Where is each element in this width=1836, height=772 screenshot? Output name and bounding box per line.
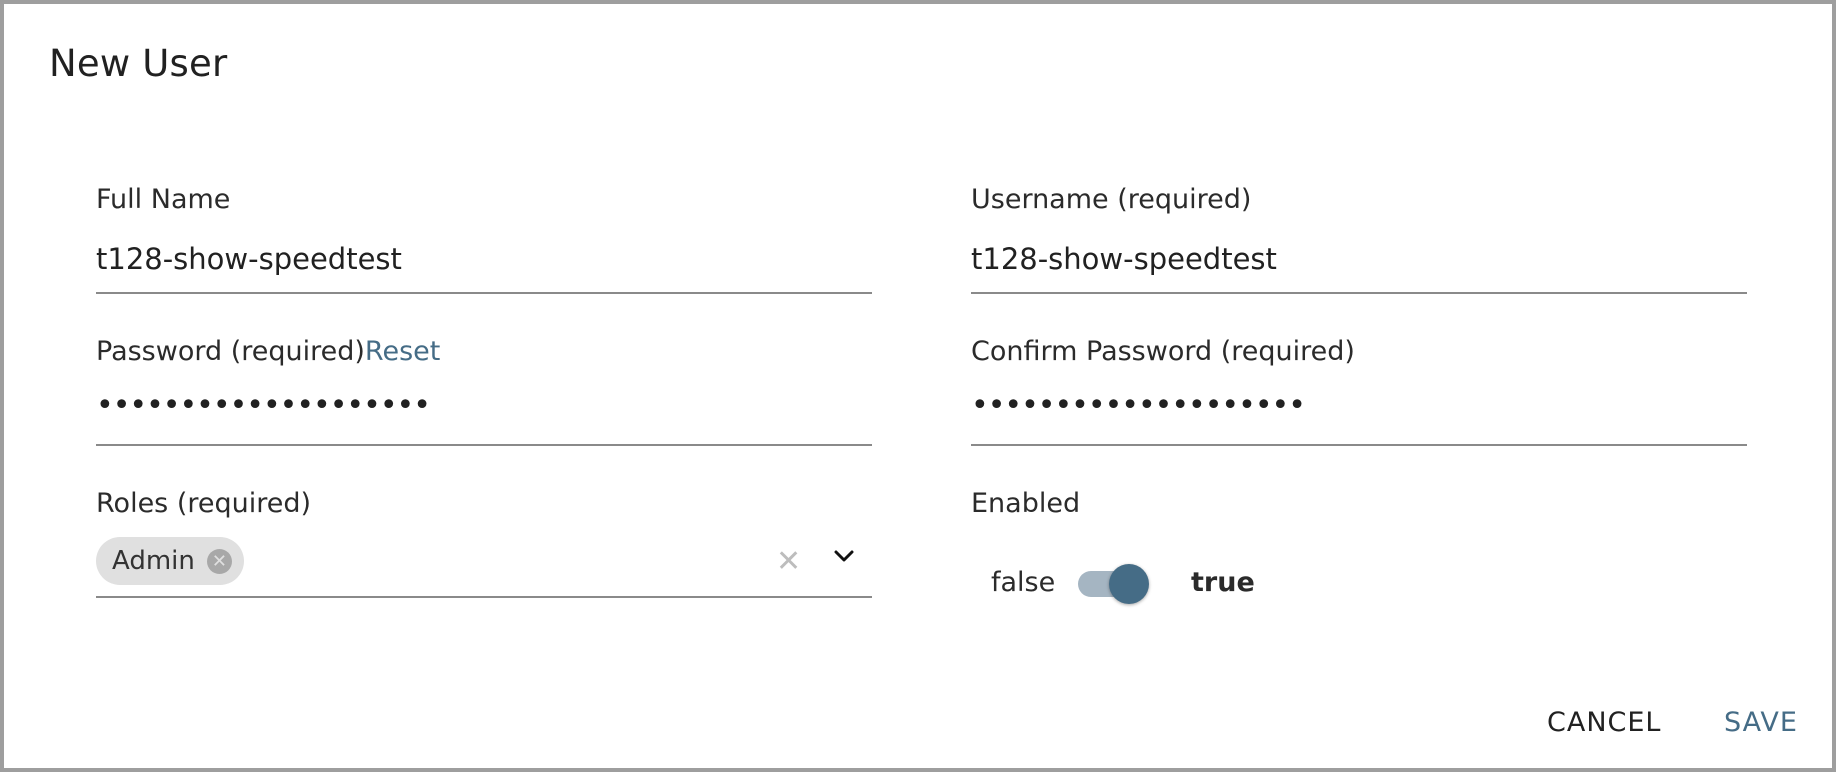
chevron-down-icon[interactable] xyxy=(834,548,854,567)
close-circle-icon[interactable]: ✕ xyxy=(206,548,232,574)
full-name-label: Full Name xyxy=(96,184,231,215)
confirm-password-underline xyxy=(971,444,1747,446)
username-input[interactable]: t128-show-speedtest xyxy=(971,242,1277,276)
roles-label: Roles (required) xyxy=(96,488,312,519)
password-field[interactable]: Password (required)Reset •••••••••••••••… xyxy=(96,336,872,446)
confirm-password-label: Confirm Password (required) xyxy=(971,336,1355,367)
enabled-field: Enabled xyxy=(971,488,1747,528)
full-name-input[interactable]: t128-show-speedtest xyxy=(96,242,402,276)
toggle-true-label: true xyxy=(1191,567,1255,598)
roles-underline xyxy=(96,596,872,598)
enabled-toggle[interactable] xyxy=(1078,564,1149,604)
password-label: Password (required) xyxy=(96,336,365,367)
roles-field[interactable]: Roles (required) Admin ✕ ✕ xyxy=(96,488,872,598)
full-name-underline xyxy=(96,292,872,294)
password-input[interactable]: •••••••••••••••••••• xyxy=(96,388,431,423)
close-icon[interactable]: ✕ xyxy=(776,544,801,579)
password-underline xyxy=(96,444,872,446)
confirm-password-input[interactable]: •••••••••••••••••••• xyxy=(971,388,1306,423)
cancel-button[interactable]: CANCEL xyxy=(1547,707,1661,738)
password-reset-link[interactable]: Reset xyxy=(365,336,440,367)
enabled-label: Enabled xyxy=(971,488,1081,519)
dialog-title: New User xyxy=(49,42,228,85)
username-label: Username (required) xyxy=(971,184,1252,215)
new-user-dialog: New User Full Name t128-show-speedtest U… xyxy=(0,0,1836,772)
chevron-down-svg xyxy=(834,550,854,562)
save-button[interactable]: SAVE xyxy=(1724,707,1798,738)
role-chip-label: Admin xyxy=(112,546,195,576)
toggle-thumb[interactable] xyxy=(1109,564,1149,604)
username-underline xyxy=(971,292,1747,294)
toggle-false-label: false xyxy=(991,567,1056,598)
confirm-password-field[interactable]: Confirm Password (required) ••••••••••••… xyxy=(971,336,1747,446)
password-label-row: Password (required)Reset xyxy=(96,336,440,367)
full-name-field[interactable]: Full Name t128-show-speedtest xyxy=(96,184,872,294)
role-chip-admin: Admin ✕ xyxy=(96,537,244,585)
username-field[interactable]: Username (required) t128-show-speedtest xyxy=(971,184,1747,294)
